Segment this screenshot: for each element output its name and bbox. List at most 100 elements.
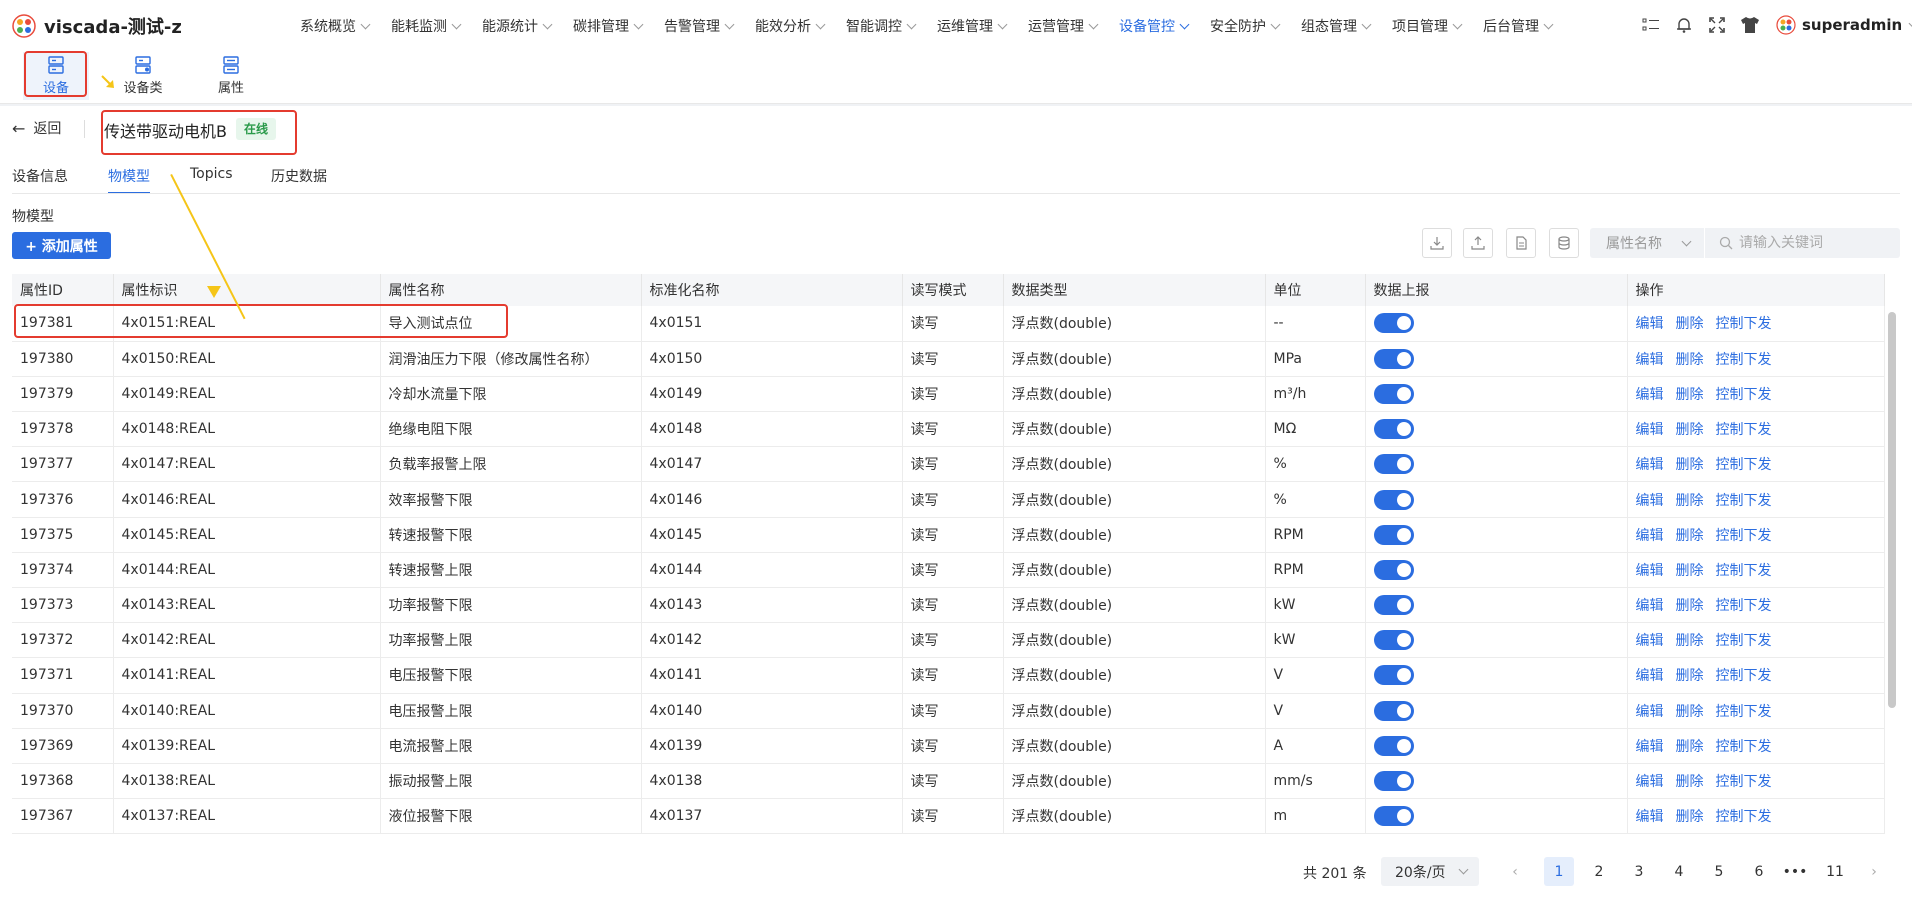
next-page-button[interactable]: › (1859, 857, 1889, 886)
nav-item[interactable]: 系统概览 (300, 16, 371, 36)
data-report-toggle[interactable] (1373, 348, 1414, 369)
edit-link[interactable]: 编辑 (1636, 387, 1664, 403)
delete-link[interactable]: 删除 (1676, 563, 1704, 579)
nav-item[interactable]: 碳排管理 (573, 16, 644, 36)
edit-link[interactable]: 编辑 (1636, 668, 1664, 684)
data-report-toggle[interactable] (1373, 489, 1414, 510)
edit-link[interactable]: 编辑 (1636, 633, 1664, 649)
data-report-toggle[interactable] (1373, 383, 1414, 404)
nav-item[interactable]: 组态管理 (1301, 16, 1372, 36)
data-report-toggle[interactable] (1373, 313, 1414, 334)
edit-link[interactable]: 编辑 (1636, 598, 1664, 614)
data-report-toggle[interactable] (1373, 454, 1414, 475)
nav-item[interactable]: 设备管控 (1119, 16, 1190, 36)
subtab-property[interactable]: 属性 (198, 52, 264, 100)
list-menu-icon[interactable] (1640, 14, 1662, 36)
delete-link[interactable]: 删除 (1676, 809, 1704, 825)
table-scrollbar[interactable] (1888, 312, 1896, 708)
edit-link[interactable]: 编辑 (1636, 457, 1664, 473)
nav-item[interactable]: 运营管理 (1028, 16, 1099, 36)
page-number[interactable]: 1 (1544, 857, 1574, 886)
document-button[interactable] (1506, 228, 1536, 258)
data-report-toggle[interactable] (1373, 630, 1414, 651)
data-report-toggle[interactable] (1373, 524, 1414, 545)
data-report-toggle[interactable] (1373, 700, 1414, 721)
edit-link[interactable]: 编辑 (1636, 493, 1664, 509)
delete-link[interactable]: 删除 (1676, 739, 1704, 755)
data-report-toggle[interactable] (1373, 419, 1414, 440)
page-number[interactable]: 11 (1820, 857, 1850, 886)
edit-link[interactable]: 编辑 (1636, 809, 1664, 825)
delete-link[interactable]: 删除 (1676, 493, 1704, 509)
nav-item[interactable]: 能耗监测 (391, 16, 462, 36)
page-number[interactable]: 6 (1744, 857, 1774, 886)
subtab-device-class[interactable]: 设备类 (110, 52, 176, 100)
database-button[interactable] (1549, 228, 1579, 258)
delete-link[interactable]: 删除 (1676, 387, 1704, 403)
control-link[interactable]: 控制下发 (1716, 598, 1772, 614)
tab-device-info[interactable]: 设备信息 (12, 166, 68, 186)
control-link[interactable]: 控制下发 (1716, 809, 1772, 825)
download-button[interactable] (1422, 228, 1452, 258)
filter-field-select[interactable]: 属性名称 (1590, 228, 1704, 258)
page-number[interactable]: 3 (1624, 857, 1654, 886)
control-link[interactable]: 控制下发 (1716, 704, 1772, 720)
tab-history[interactable]: 历史数据 (271, 166, 327, 186)
nav-item[interactable]: 项目管理 (1392, 16, 1463, 36)
page-number[interactable]: 5 (1704, 857, 1734, 886)
data-report-toggle[interactable] (1373, 771, 1414, 792)
page-ellipsis[interactable]: ••• (1780, 857, 1810, 886)
edit-link[interactable]: 编辑 (1636, 774, 1664, 790)
theme-shirt-icon[interactable] (1739, 14, 1761, 36)
delete-link[interactable]: 删除 (1676, 316, 1704, 332)
control-link[interactable]: 控制下发 (1716, 493, 1772, 509)
fullscreen-icon[interactable] (1706, 14, 1728, 36)
subtab-device[interactable]: 设备 (23, 52, 89, 100)
control-link[interactable]: 控制下发 (1716, 774, 1772, 790)
delete-link[interactable]: 删除 (1676, 422, 1704, 438)
delete-link[interactable]: 删除 (1676, 598, 1704, 614)
delete-link[interactable]: 删除 (1676, 633, 1704, 649)
delete-link[interactable]: 删除 (1676, 457, 1704, 473)
page-number[interactable]: 2 (1584, 857, 1614, 886)
page-number[interactable]: 4 (1664, 857, 1694, 886)
nav-item[interactable]: 能源统计 (482, 16, 553, 36)
search-input[interactable] (1739, 235, 1899, 251)
control-link[interactable]: 控制下发 (1716, 316, 1772, 332)
data-report-toggle[interactable] (1373, 665, 1414, 686)
nav-item[interactable]: 安全防护 (1210, 16, 1281, 36)
control-link[interactable]: 控制下发 (1716, 739, 1772, 755)
data-report-toggle[interactable] (1373, 559, 1414, 580)
nav-item[interactable]: 能效分析 (755, 16, 826, 36)
edit-link[interactable]: 编辑 (1636, 528, 1664, 544)
upload-button[interactable] (1463, 228, 1493, 258)
prev-page-button[interactable]: ‹ (1500, 857, 1530, 886)
tab-thing-model[interactable]: 物模型 (108, 166, 150, 186)
data-report-toggle[interactable] (1373, 806, 1414, 827)
nav-item[interactable]: 告警管理 (664, 16, 735, 36)
nav-item[interactable]: 智能调控 (846, 16, 917, 36)
control-link[interactable]: 控制下发 (1716, 387, 1772, 403)
delete-link[interactable]: 删除 (1676, 352, 1704, 368)
edit-link[interactable]: 编辑 (1636, 704, 1664, 720)
delete-link[interactable]: 删除 (1676, 528, 1704, 544)
delete-link[interactable]: 删除 (1676, 704, 1704, 720)
control-link[interactable]: 控制下发 (1716, 633, 1772, 649)
control-link[interactable]: 控制下发 (1716, 352, 1772, 368)
back-button[interactable]: ← 返回 (12, 118, 61, 138)
add-property-button[interactable]: + 添加属性 (12, 232, 111, 259)
delete-link[interactable]: 删除 (1676, 774, 1704, 790)
edit-link[interactable]: 编辑 (1636, 563, 1664, 579)
bell-icon[interactable] (1673, 14, 1695, 36)
control-link[interactable]: 控制下发 (1716, 528, 1772, 544)
user-menu[interactable]: superadmin (1776, 15, 1912, 35)
control-link[interactable]: 控制下发 (1716, 668, 1772, 684)
nav-item[interactable]: 运维管理 (937, 16, 1008, 36)
data-report-toggle[interactable] (1373, 735, 1414, 756)
data-report-toggle[interactable] (1373, 595, 1414, 616)
edit-link[interactable]: 编辑 (1636, 352, 1664, 368)
edit-link[interactable]: 编辑 (1636, 739, 1664, 755)
edit-link[interactable]: 编辑 (1636, 316, 1664, 332)
control-link[interactable]: 控制下发 (1716, 457, 1772, 473)
delete-link[interactable]: 删除 (1676, 668, 1704, 684)
